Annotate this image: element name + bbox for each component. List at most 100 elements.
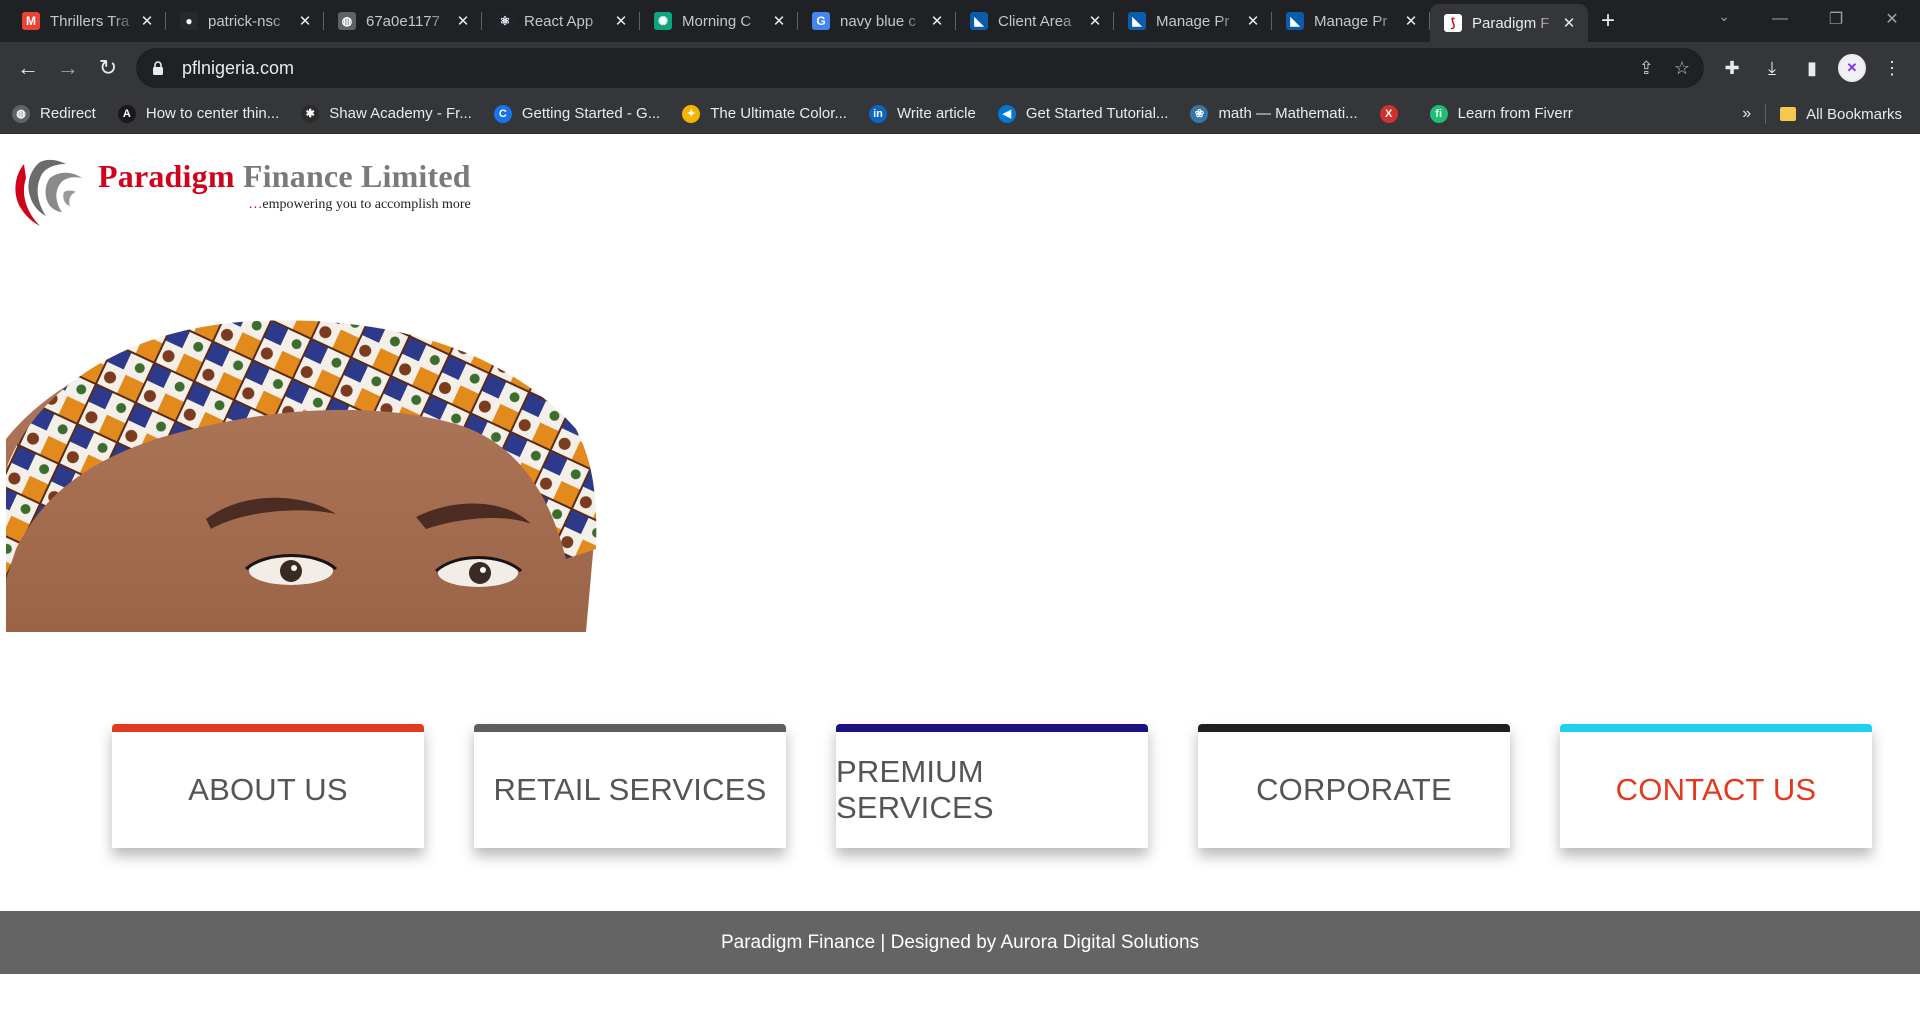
close-tab-icon[interactable]: ✕ (928, 12, 946, 30)
close-tab-icon[interactable]: ✕ (770, 12, 788, 30)
close-tab-icon[interactable]: ✕ (454, 12, 472, 30)
bookmark-item[interactable]: ◍ Redirect (12, 104, 96, 123)
bookmark-item[interactable]: ◀ Get Started Tutorial... (997, 104, 1169, 123)
manage-icon: ◣ (1128, 12, 1146, 30)
browser-tab[interactable]: M Thrillers Tra ✕ (8, 4, 166, 38)
restore-icon[interactable]: ❐ (1808, 0, 1864, 38)
tab-search-icon[interactable]: ⌄ (1718, 8, 1730, 25)
globe-icon: ◍ (12, 104, 30, 123)
close-tab-icon[interactable]: ✕ (138, 12, 156, 30)
avatar: ✕ (1838, 54, 1866, 82)
bookmark-label: Learn from Fiverr (1457, 105, 1573, 122)
tagline: empowering you to accomplish more (262, 197, 471, 212)
forward-icon[interactable]: → (48, 48, 88, 88)
tab-title: React App (524, 12, 594, 30)
bookmark-item[interactable]: fi Learn from Fiverr (1429, 104, 1573, 123)
new-tab-button[interactable]: + (1588, 4, 1628, 38)
bookmark-label: Redirect (40, 105, 96, 122)
angular-icon: A (117, 104, 136, 123)
browser-tab[interactable]: ⚛ React App ✕ (482, 4, 640, 38)
footer-credit: Paradigm Finance | Designed by Aurora Di… (720, 931, 1200, 953)
bookmarks-divider (1765, 104, 1767, 124)
browser-tab[interactable]: Gnavy blue c ✕ (798, 4, 956, 38)
client-area-icon: ◣ (970, 12, 988, 30)
bookmark-item[interactable]: A How to center thin... (117, 104, 280, 123)
tab-title: navy blue c (840, 12, 916, 30)
bookmarks-overflow-icon[interactable]: » (1742, 105, 1751, 123)
bookmark-item[interactable]: C Getting Started - G... (493, 104, 660, 123)
tab-title: 67a0e1177 (366, 12, 440, 30)
bookmark-star-icon[interactable]: ☆ (1674, 58, 1690, 79)
close-tab-icon[interactable]: ✕ (296, 12, 314, 30)
bookmark-item[interactable]: ✱ Shaw Academy - Fr... (301, 104, 472, 123)
nav-card-row: ABOUT US RETAIL SERVICES PREMIUM SERVICES C… (112, 724, 1872, 848)
tab-title: Manage Pr (1314, 12, 1388, 30)
back-icon[interactable]: ← (8, 48, 48, 88)
tab-strip: M Thrillers Tra ✕ ● patrick-nsc ✕ ◍ 67a0e1177 ✕ ⚛… (0, 0, 1920, 42)
bookmark-item[interactable]: ✦ The Ultimate Color... (682, 104, 847, 123)
nav-card-about-us[interactable]: ABOUT US (112, 724, 424, 848)
bookmark-item[interactable]: X (1379, 104, 1408, 123)
brand-name-grey: Finance Limited (242, 158, 471, 194)
browser-toolbar: ← → ↻ pflnigeria.com ⇪ ☆ ✚ ⤓ ▮ ✕ ⋮ (0, 42, 1920, 94)
close-window-icon[interactable]: ✕ (1864, 0, 1920, 38)
nav-card-label: CONTACT US (1615, 772, 1817, 807)
nav-card-label: ABOUT US (188, 772, 348, 807)
tab-title: patrick-nsc (208, 12, 281, 30)
minimize-icon[interactable]: — (1752, 0, 1808, 38)
site-logo[interactable]: Paradigm Finance Limited …empowering you… (10, 156, 471, 228)
browser-tab[interactable]: ◣ Manage Pr ✕ (1114, 4, 1272, 38)
tab-list: M Thrillers Tra ✕ ● patrick-nsc ✕ ◍ 67a0e1177 ✕ ⚛… (0, 4, 1588, 42)
tab-title: Client Area (998, 12, 1072, 30)
tab-title: Morning C (682, 12, 752, 30)
browser-tab[interactable]: ⟆ Paradigm F ✕ (1430, 4, 1588, 42)
lock-icon[interactable] (150, 60, 166, 76)
bookmark-list: ◍ Redirect A How to center thin... ✱ Shaw Aca… (12, 104, 1595, 123)
manage-icon: ◣ (1286, 12, 1304, 30)
browser-tab[interactable]: ◣ Manage Pr ✕ (1272, 4, 1430, 38)
web-page: Paradigm Finance Limited …empowering you… (0, 134, 1920, 1017)
bookmark-item[interactable]: ❀ math — Mathemati... (1190, 104, 1358, 123)
nav-card-corporate[interactable]: CORPORATE (1198, 724, 1510, 848)
side-panel-icon[interactable]: ▮ (1792, 48, 1832, 88)
share-icon[interactable]: ⇪ (1639, 58, 1654, 79)
nav-card-contact-us[interactable]: CONTACT US (1560, 724, 1872, 848)
browser-tab[interactable]: ● patrick-nsc ✕ (166, 4, 324, 38)
hero-portrait-image (6, 319, 601, 632)
reload-icon[interactable]: ↻ (88, 48, 128, 88)
bookmark-label: The Ultimate Color... (710, 105, 847, 122)
close-tab-icon[interactable]: ✕ (1560, 14, 1578, 32)
address-bar[interactable]: pflnigeria.com ⇪ ☆ (136, 48, 1704, 88)
nav-card-retail-services[interactable]: RETAIL SERVICES (474, 724, 786, 848)
shaw-academy-icon: ✱ (301, 104, 320, 123)
google-icon: G (812, 12, 830, 30)
window-controls: — ❐ ✕ (1752, 0, 1920, 38)
nav-card-label: PREMIUM SERVICES (836, 754, 994, 825)
nav-card-premium-services[interactable]: PREMIUM SERVICES (836, 724, 1148, 848)
bulb-icon: ✦ (682, 104, 701, 123)
bookmark-label: Get Started Tutorial... (1025, 105, 1169, 122)
github-icon: ● (180, 12, 198, 30)
vscode-icon: ◀ (997, 104, 1016, 123)
browser-tab[interactable]: ◍ 67a0e1177 ✕ (324, 4, 482, 38)
all-bookmarks-link[interactable]: All Bookmarks (1806, 106, 1902, 123)
menu-kebab-icon[interactable]: ⋮ (1872, 48, 1912, 88)
url-text[interactable]: pflnigeria.com (182, 58, 1619, 79)
bookmark-item[interactable]: in Write article (868, 104, 976, 123)
close-tab-icon[interactable]: ✕ (1086, 12, 1104, 30)
bookmark-label: How to center thin... (145, 105, 280, 122)
folder-icon (1780, 107, 1797, 121)
close-tab-icon[interactable]: ✕ (1244, 12, 1262, 30)
browser-tab[interactable]: ◣ Client Area ✕ (956, 4, 1114, 38)
download-icon[interactable]: ⤓ (1752, 48, 1792, 88)
bookmarks-bar: ◍ Redirect A How to center thin... ✱ Shaw Aca… (0, 94, 1920, 134)
gmail-icon: M (22, 12, 40, 30)
brand-name-red: Paradigm (98, 158, 235, 194)
browser-tab[interactable]: ✺ Morning C ✕ (640, 4, 798, 38)
close-tab-icon[interactable]: ✕ (1402, 12, 1420, 30)
nav-card-label: RETAIL SERVICES (493, 772, 767, 807)
profile-avatar[interactable]: ✕ (1832, 48, 1872, 88)
extensions-icon[interactable]: ✚ (1712, 48, 1752, 88)
globe-icon: ◍ (338, 12, 356, 30)
close-tab-icon[interactable]: ✕ (612, 12, 630, 30)
